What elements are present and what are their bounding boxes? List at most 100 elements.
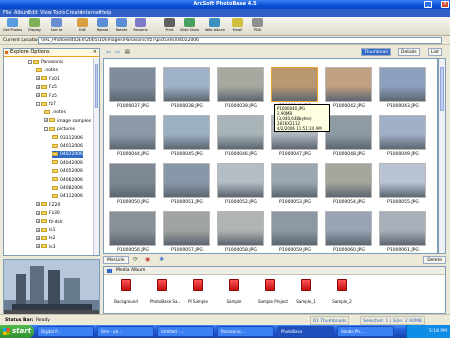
- album-item[interactable]: Sample Project: [258, 279, 288, 304]
- album-item[interactable]: Sample: [222, 279, 246, 304]
- album-item[interactable]: PhotoBase Sa...: [150, 279, 181, 304]
- tree-expander-icon[interactable]: +: [36, 84, 40, 89]
- photo-thumbnail[interactable]: P1000039.JPG: [216, 65, 266, 113]
- tree-folder-item[interactable]: - fz7: [36, 101, 56, 108]
- menu-item[interactable]: Internet: [81, 10, 101, 16]
- marlink-button[interactable]: MarLink: [103, 256, 129, 264]
- taskbar-task[interactable]: Adobe Ph...: [337, 326, 394, 337]
- tree-expander-icon[interactable]: +: [36, 235, 40, 240]
- tree-folder-item[interactable]: + Fz30: [36, 210, 60, 217]
- tree-folder-item[interactable]: + Fz5: [36, 93, 57, 100]
- toolbar-button[interactable]: Sort to: [47, 18, 66, 35]
- view-thumbnail-tab[interactable]: Thumbnail: [361, 48, 391, 56]
- photo-thumbnail[interactable]: P1000045.JPG: [162, 113, 212, 161]
- tree-folder-item[interactable]: 04062006: [52, 177, 83, 184]
- forward-arrow-icon[interactable]: ⇨: [115, 49, 120, 56]
- tree-folder-item[interactable]: + ls3: [36, 244, 55, 251]
- tree-folder-item[interactable]: 04112006: [52, 193, 83, 200]
- tree-folder-item[interactable]: 04052006: [52, 168, 83, 175]
- toolbar-button[interactable]: Print: [160, 18, 179, 35]
- menu-item[interactable]: Help: [100, 10, 111, 16]
- taskbar-task[interactable]: PhotoBase: [277, 326, 334, 337]
- menu-item[interactable]: View: [40, 10, 52, 16]
- menu-item[interactable]: Tools: [53, 10, 65, 16]
- back-arrow-icon[interactable]: ⇦: [106, 49, 111, 56]
- tree-expander-icon[interactable]: +: [36, 202, 40, 207]
- photo-thumbnail[interactable]: P1000057.JPG: [162, 209, 212, 253]
- tree-scrollbar-thumb[interactable]: [95, 64, 98, 108]
- photo-thumbnail[interactable]: P1000038.JPG: [162, 65, 212, 113]
- album-item[interactable]: Sample_2: [330, 279, 354, 304]
- photo-thumbnail[interactable]: P1000052.JPG: [216, 161, 266, 209]
- grid-scrollbar-thumb[interactable]: [440, 67, 444, 111]
- photo-thumbnail[interactable]: P1000053.JPG: [270, 161, 320, 209]
- taskbar-task[interactable]: Panasonic...: [217, 326, 274, 337]
- album-item[interactable]: Background: [114, 279, 138, 304]
- minimize-button[interactable]: _: [424, 1, 432, 8]
- close-icon[interactable]: ×: [93, 49, 97, 56]
- taskbar-task[interactable]: Untitled - ...: [157, 326, 214, 337]
- photo-thumbnail[interactable]: P1000055.JPG: [378, 161, 428, 209]
- tree-folder-item[interactable]: 04042006: [52, 160, 83, 167]
- photo-thumbnail[interactable]: P1000050.JPG: [108, 161, 158, 209]
- refresh-icon[interactable]: ⟳: [133, 256, 138, 263]
- tree-expander-icon[interactable]: +: [36, 227, 40, 232]
- tree-scrollbar[interactable]: [93, 58, 99, 255]
- tree-folder-item[interactable]: .notes: [36, 67, 58, 74]
- photo-thumbnail[interactable]: P1000049.JPG: [378, 113, 428, 161]
- toolbar-button[interactable]: Email: [228, 18, 247, 35]
- tree-expander-icon[interactable]: -: [36, 101, 40, 106]
- album-icon[interactable]: ◉: [145, 256, 150, 263]
- tree-folder-item[interactable]: 04022006: [52, 151, 83, 159]
- toolbar-button[interactable]: Display: [25, 18, 44, 35]
- toolbar-button[interactable]: Slide Show: [180, 18, 199, 35]
- taskbar-task[interactable]: Stre - ph...: [97, 326, 154, 337]
- tree-folder-item[interactable]: .notes: [44, 109, 66, 116]
- tree-expander-icon[interactable]: -: [44, 126, 48, 131]
- tree-expander-icon[interactable]: +: [36, 76, 40, 81]
- delete-button[interactable]: Delete: [423, 256, 446, 264]
- tree-expander-icon[interactable]: +: [36, 93, 40, 98]
- tree-folder-item[interactable]: - pictures: [44, 126, 75, 133]
- tree-expander-icon[interactable]: +: [36, 244, 40, 249]
- tree-folder-item[interactable]: + Fz01: [36, 76, 60, 83]
- menu-item[interactable]: Edit: [28, 10, 38, 16]
- tree-folder-item[interactable]: + image samples: [44, 118, 91, 125]
- tree-folder-item[interactable]: 03312006: [52, 135, 83, 142]
- photo-thumbnail[interactable]: P1000044.JPG: [108, 113, 158, 161]
- toolbar-button[interactable]: Get Photos: [3, 18, 22, 35]
- toolbar-button[interactable]: PDA: [248, 18, 267, 35]
- tree-folder-item[interactable]: - Panasonic: [28, 59, 64, 66]
- grid-scrollbar[interactable]: [438, 58, 446, 254]
- photo-thumbnail[interactable]: P1000054.JPG: [324, 161, 374, 209]
- tree-folder-item[interactable]: + ls1: [36, 227, 55, 234]
- tree-expander-icon[interactable]: +: [44, 118, 48, 123]
- album-item[interactable]: PI Sample: [186, 279, 210, 304]
- tree-folder-item[interactable]: 04012006: [52, 143, 83, 150]
- photo-thumbnail[interactable]: P1000048.JPG: [324, 113, 374, 161]
- view-details-tab[interactable]: Details: [398, 48, 420, 56]
- photo-thumbnail[interactable]: P1000060.JPG: [324, 209, 374, 253]
- photo-thumbnail[interactable]: P1000061.JPG: [378, 209, 428, 253]
- tree-folder-item[interactable]: + fz-dslr: [36, 219, 63, 226]
- toolbar-button[interactable]: Rotate: [112, 18, 131, 35]
- taskbar-task[interactable]: Digital P...: [37, 326, 94, 337]
- photo-thumbnail[interactable]: P1000051.JPG: [162, 161, 212, 209]
- photo-thumbnail[interactable]: P1000046.JPG: [216, 113, 266, 161]
- tree-folder-item[interactable]: + Fz5: [36, 84, 57, 91]
- photo-thumbnail[interactable]: P1000058.JPG: [216, 209, 266, 253]
- photo-thumbnail[interactable]: P1000059.JPG: [270, 209, 320, 253]
- toolbar-button[interactable]: Rename: [131, 18, 150, 35]
- tree-expander-icon[interactable]: -: [28, 59, 32, 64]
- location-path-field[interactable]: \\HL_Photoedit\DEV\2005\10\images\Panaso…: [38, 37, 442, 44]
- share-icon[interactable]: ❖: [159, 256, 164, 263]
- photo-thumbnail[interactable]: P1000056.JPG: [108, 209, 158, 253]
- toolbar-button[interactable]: Edit: [73, 18, 92, 35]
- photo-thumbnail[interactable]: P1000037.JPG: [108, 65, 158, 113]
- album-item[interactable]: Sample_1: [294, 279, 318, 304]
- toolbar-button[interactable]: Web Album: [205, 18, 225, 35]
- tree-folder-item[interactable]: 04082006: [52, 185, 83, 192]
- tree-expander-icon[interactable]: +: [36, 219, 40, 224]
- folder-up-icon[interactable]: ▤: [125, 49, 130, 55]
- photo-thumbnail[interactable]: P1000042.JPG: [324, 65, 374, 113]
